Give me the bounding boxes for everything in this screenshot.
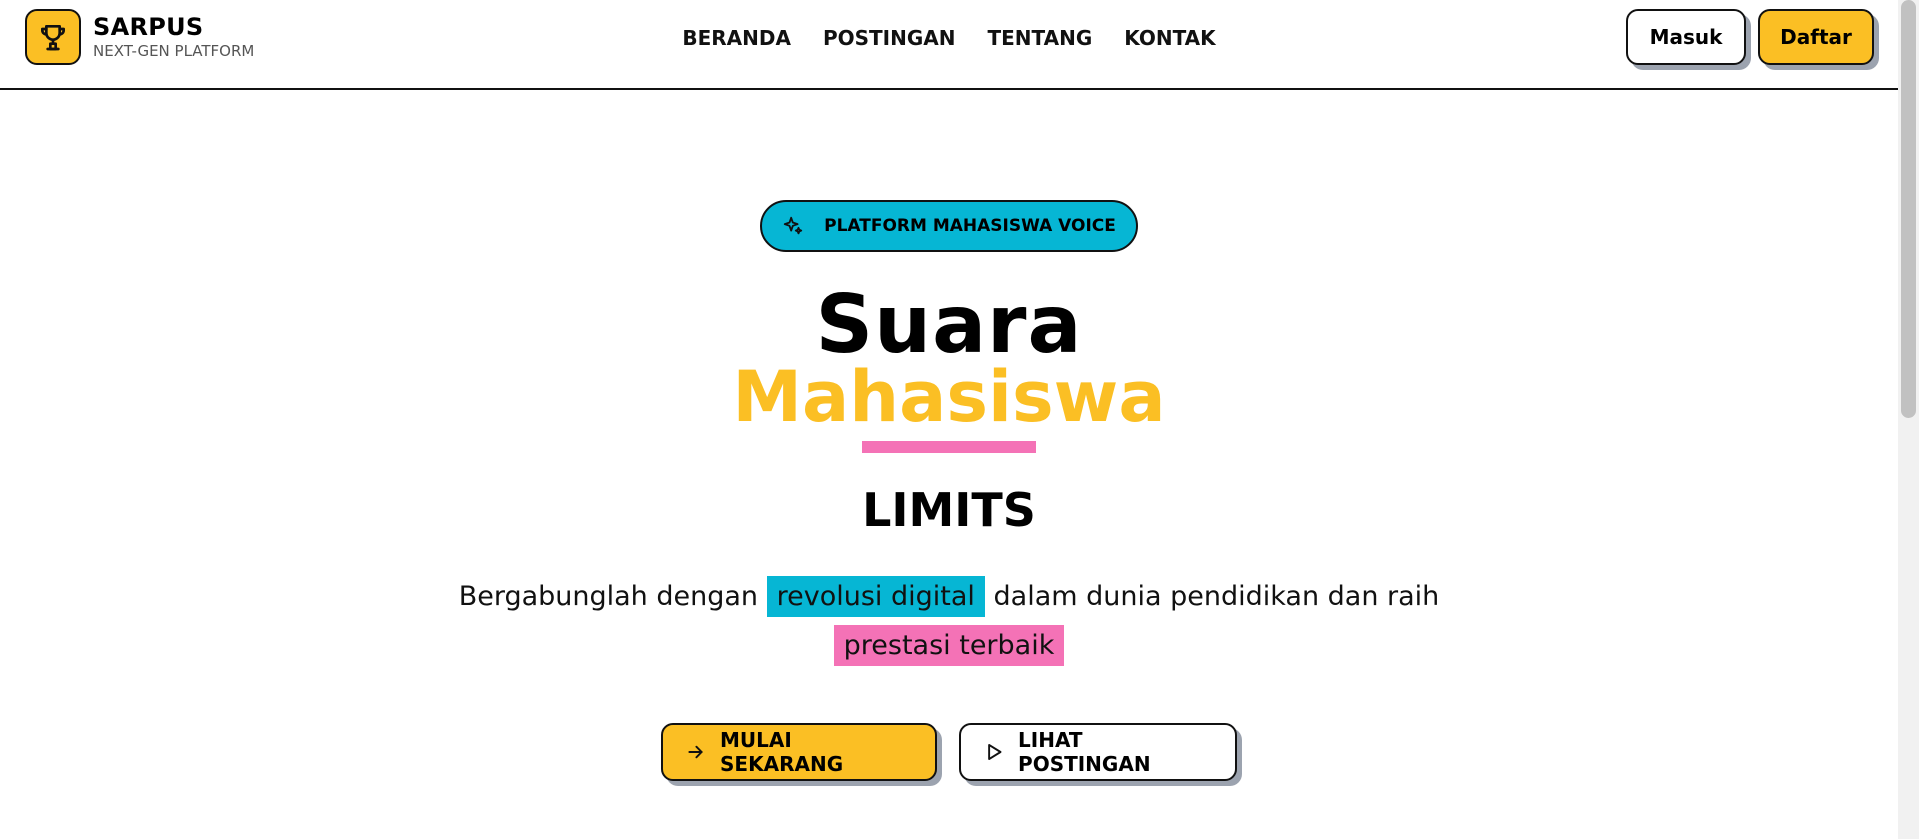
nav-postingan[interactable]: POSTINGAN — [823, 24, 956, 52]
view-posts-button[interactable]: LIHAT POSTINGAN — [959, 723, 1237, 781]
hero-badge-label: PLATFORM MAHASISWA VOICE — [824, 216, 1116, 236]
start-now-button[interactable]: MULAI SEKARANG — [661, 723, 937, 781]
cta-group: MULAI SEKARANG LIHAT POSTINGAN — [0, 723, 1898, 781]
auth-buttons: Masuk Daftar — [1626, 9, 1874, 65]
hero-description: Bergabunglah dengan revolusi digital dal… — [0, 572, 1898, 670]
page: SARPUS NEXT-GEN PLATFORM BERANDA POSTING… — [0, 0, 1898, 839]
header: SARPUS NEXT-GEN PLATFORM BERANDA POSTING… — [0, 0, 1898, 90]
sparkles-icon — [783, 216, 803, 235]
start-now-label: MULAI SEKARANG — [720, 728, 844, 776]
highlight-prestasi-terbaik: prestasi terbaik — [833, 625, 1065, 666]
hero-title-line2: Mahasiswa — [732, 356, 1166, 438]
play-icon — [988, 744, 1002, 760]
view-posts-label: LIHAT POSTINGAN — [1018, 728, 1151, 776]
main-nav: BERANDA POSTINGAN TENTANG KONTAK — [0, 24, 1898, 52]
nav-kontak[interactable]: KONTAK — [1124, 24, 1215, 52]
scrollbar[interactable] — [1898, 0, 1919, 839]
nav-tentang[interactable]: TENTANG — [987, 24, 1092, 52]
hero-badge: PLATFORM MAHASISWA VOICE — [760, 200, 1138, 252]
arrow-right-icon — [688, 745, 703, 759]
scrollbar-thumb[interactable] — [1901, 0, 1916, 418]
hero-title-line3: LIMITS — [862, 483, 1036, 537]
login-button[interactable]: Masuk — [1626, 9, 1746, 65]
register-button[interactable]: Daftar — [1758, 9, 1874, 65]
nav-beranda[interactable]: BERANDA — [682, 24, 791, 52]
desc-text-2: dalam dunia pendidikan dan raih — [984, 581, 1440, 612]
desc-text-1: Bergabunglah dengan — [458, 581, 767, 612]
highlight-revolusi-digital: revolusi digital — [766, 576, 985, 617]
title-underline — [862, 441, 1036, 453]
